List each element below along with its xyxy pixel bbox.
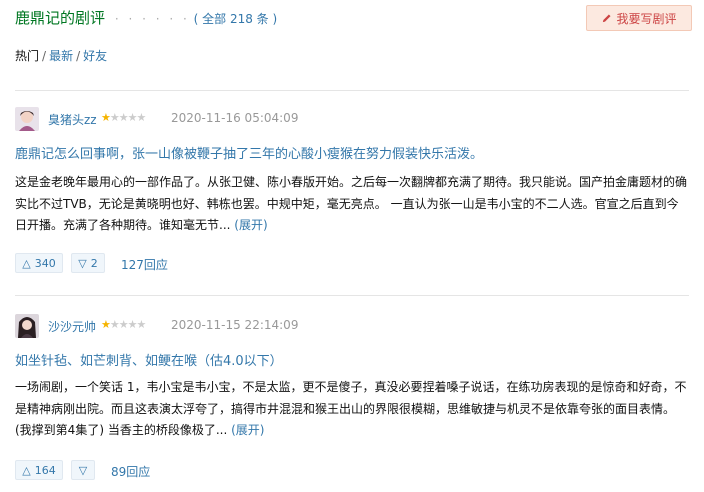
thumb-down-triangle-icon: ▽ <box>78 463 88 477</box>
review-body: 这是金老晚年最用心的一部作品了。从张卫健、陈小春版开始。之后每一次翻牌都充满了期… <box>15 172 687 237</box>
review-time: 2020-11-16 05:04:09 <box>171 111 299 125</box>
avatar[interactable] <box>15 314 39 338</box>
review-body: 一场闹剧，一个笑话 1，韦小宝是韦小宝，不是太监，更不是傻子，真没必要捏着嗓子说… <box>15 377 687 442</box>
divider <box>15 90 689 91</box>
thumb-down-triangle-icon: ▽ <box>78 256 87 270</box>
review-item: 沙沙元帅 ★★★★★ 2020-11-15 22:14:09 如坐针毡、如芒刺背… <box>15 313 689 491</box>
all-reviews-count-link[interactable]: ( 全部 218 条 ) <box>194 10 278 27</box>
avatar[interactable] <box>15 107 39 131</box>
review-filters: 热门 / 最新 / 好友 <box>15 47 107 64</box>
review-author[interactable]: 沙沙元帅 <box>48 318 96 335</box>
review-time: 2020-11-15 22:14:09 <box>171 318 299 332</box>
upvote-button[interactable]: △ 340 <box>15 253 63 273</box>
thumb-up-triangle-icon: △ <box>22 463 31 477</box>
filter-latest[interactable]: 最新 <box>49 49 73 63</box>
section-title: 鹿鼎记的剧评 <box>15 9 106 27</box>
filter-hot[interactable]: 热门 <box>15 49 39 63</box>
review-title[interactable]: 鹿鼎记怎么回事啊，张一山像被鞭子抽了三年的心酸小瘦猴在努力假装快乐活泼。 <box>15 143 483 162</box>
review-excerpt: 一场闹剧，一个笑话 1，韦小宝是韦小宝，不是太监，更不是傻子，真没必要捏着嗓子说… <box>15 380 687 437</box>
review-author[interactable]: 臭猪头zz <box>48 111 97 128</box>
upvote-count: 164 <box>34 463 56 477</box>
downvote-button[interactable]: ▽ <box>71 460 95 480</box>
review-item: 臭猪头zz ★★★★★ 2020-11-16 05:04:09 鹿鼎记怎么回事啊… <box>15 106 689 286</box>
filter-separator: / <box>42 49 47 63</box>
filter-friends[interactable]: 好友 <box>83 49 107 63</box>
title-dots: · · · · · · <box>114 12 190 26</box>
pencil-icon <box>603 13 612 22</box>
rating-stars: ★★★★★ <box>101 318 146 331</box>
downvote-count: 2 <box>90 256 98 270</box>
rating-stars: ★★★★★ <box>101 111 146 124</box>
write-review-button[interactable]: 我要写剧评 <box>586 5 692 31</box>
divider <box>15 295 689 296</box>
upvote-count: 340 <box>34 256 56 270</box>
write-review-label: 我要写剧评 <box>616 11 677 26</box>
upvote-button[interactable]: △ 164 <box>15 460 63 480</box>
downvote-button[interactable]: ▽ 2 <box>71 253 105 273</box>
expand-link[interactable]: (展开) <box>231 423 264 437</box>
review-title[interactable]: 如坐针毡、如芒刺背、如鲠在喉（估4.0以下） <box>15 350 283 369</box>
expand-link[interactable]: (展开) <box>234 218 267 232</box>
review-excerpt: 这是金老晚年最用心的一部作品了。从张卫健、陈小春版开始。之后每一次翻牌都充满了期… <box>15 175 688 232</box>
filter-separator: / <box>76 49 81 63</box>
reviews-header: 鹿鼎记的剧评 · · · · · · ( 全部 218 条 ) 我要写剧评 <box>15 5 692 31</box>
replies-link[interactable]: 89回应 <box>111 463 150 480</box>
thumb-up-triangle-icon: △ <box>22 256 31 270</box>
replies-link[interactable]: 127回应 <box>121 256 168 273</box>
